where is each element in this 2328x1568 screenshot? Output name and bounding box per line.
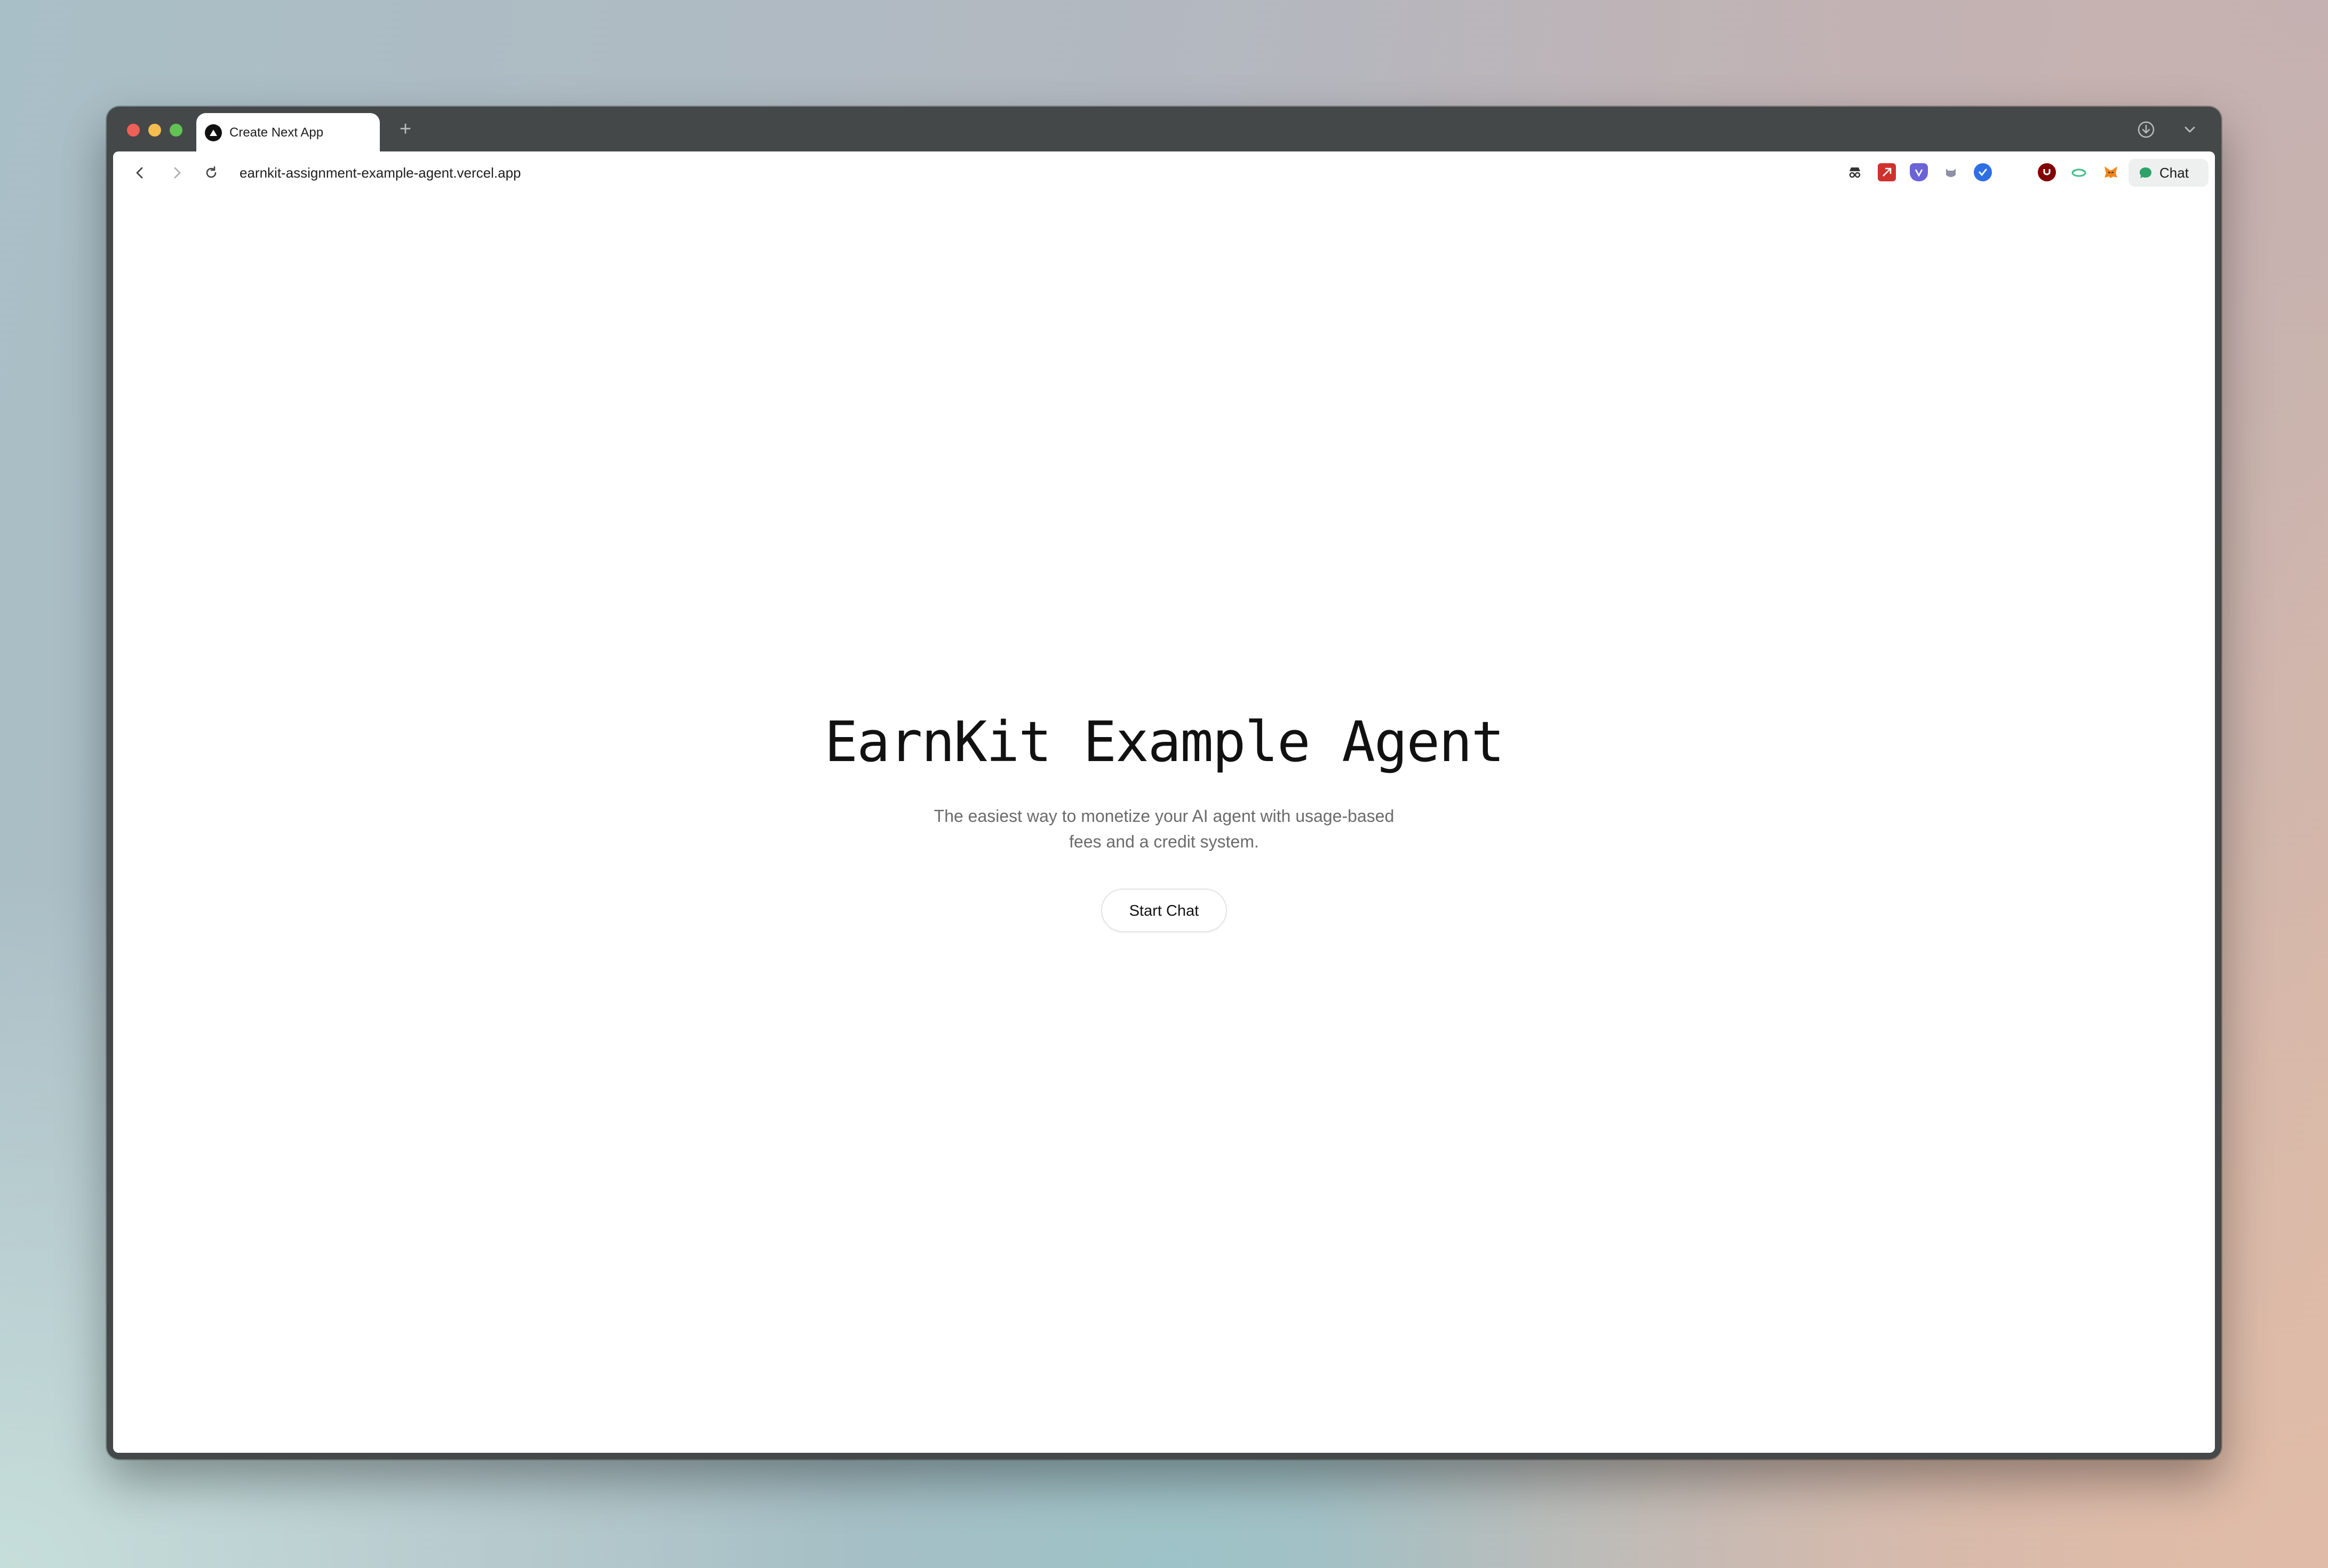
tab-strip: Create Next App +	[107, 107, 2221, 153]
nextjs-favicon-icon	[205, 124, 222, 141]
page-subtitle: The easiest way to monetize your AI agen…	[934, 806, 1394, 852]
incognito-extension-icon[interactable]	[1846, 163, 1864, 181]
chat-bubble-icon	[2140, 167, 2151, 178]
address-bar[interactable]: earnkit-assignment-example-agent.vercel.…	[240, 151, 521, 194]
red-extension-icon[interactable]	[1878, 163, 1896, 181]
tab-active[interactable]: Create Next App	[196, 113, 380, 153]
reload-icon[interactable]	[201, 162, 222, 183]
tab-title: Create Next App	[229, 125, 324, 140]
ublock-extension-icon[interactable]	[2038, 163, 2056, 181]
download-icon[interactable]	[2136, 119, 2156, 140]
check-extension-icon[interactable]	[1974, 163, 1992, 181]
page-title: EarnKit Example Agent	[824, 709, 1505, 774]
chat-button[interactable]: Chat	[2128, 159, 2209, 187]
close-window-button[interactable]	[127, 124, 140, 137]
maximize-window-button[interactable]	[170, 124, 182, 137]
minimize-window-button[interactable]	[148, 124, 161, 137]
browser-window: Create Next App + earnkit-assignment-exa…	[107, 107, 2221, 1459]
new-tab-button[interactable]: +	[395, 118, 416, 140]
metamask-extension-icon[interactable]	[2102, 163, 2120, 181]
shield-extension-icon[interactable]	[1910, 163, 1928, 181]
tab-search-chevron-icon[interactable]	[2180, 119, 2200, 140]
hero-section: EarnKit Example Agent The easiest way to…	[113, 709, 2215, 933]
cloud-extension-icon[interactable]	[2070, 163, 2088, 181]
cat-extension-icon[interactable]	[1942, 163, 1960, 181]
forward-icon[interactable]	[166, 162, 188, 183]
start-chat-button[interactable]: Start Chat	[1101, 889, 1227, 933]
browser-toolbar: earnkit-assignment-example-agent.vercel.…	[113, 151, 2215, 195]
back-icon[interactable]	[129, 162, 150, 183]
page-content: EarnKit Example Agent The easiest way to…	[113, 194, 2215, 1453]
chat-label: Chat	[2159, 164, 2189, 181]
